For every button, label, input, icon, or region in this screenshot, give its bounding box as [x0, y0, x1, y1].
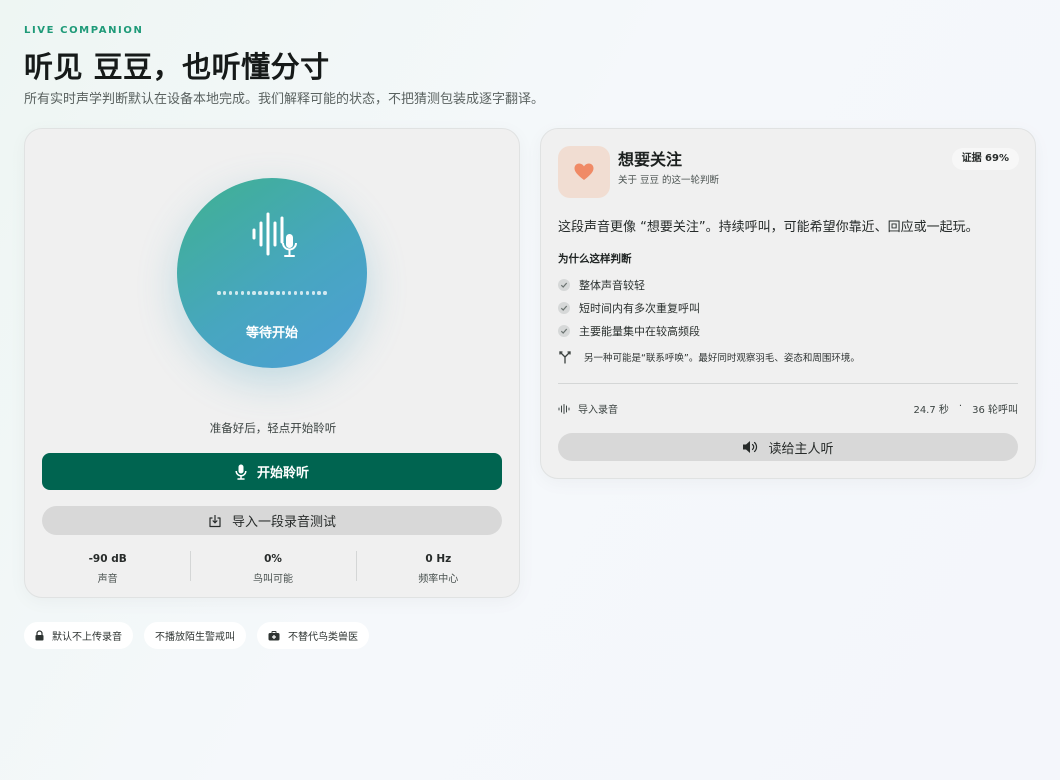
list-item: 短时间内有多次重复呼叫	[558, 296, 700, 319]
heart-icon	[574, 163, 594, 180]
chip-not-vet: 不替代鸟类兽医	[257, 622, 369, 649]
chip-label: 不播放陌生警戒叫	[155, 632, 235, 643]
speaker-icon	[743, 441, 758, 453]
privacy-chips: 默认不上传录音 不播放陌生警戒叫 不替代鸟类兽医	[24, 622, 369, 649]
reason-text: 短时间内有多次重复呼叫	[579, 301, 700, 315]
read-aloud-button[interactable]: 读给主人听	[558, 433, 1018, 461]
start-listening-button[interactable]: 开始聆听	[42, 453, 502, 490]
recording-meta: 导入录音 24.7 秒 · 36 轮呼叫	[558, 401, 1018, 416]
eyebrow: LIVE COMPANION	[24, 25, 144, 36]
page-subtitle: 所有实时声学判断默认在设备本地完成。我们解释可能的状态，不把猜测包装成逐字翻译。	[24, 92, 545, 107]
recording-stats: 24.7 秒 · 36 轮呼叫	[913, 401, 1018, 416]
divider	[558, 383, 1018, 384]
metrics-row: -90 dB 声音 0% 鸟叫可能 0 Hz 频率中心	[25, 551, 521, 585]
result-card: 想要关注 关于 豆豆 的这一轮判断 证据 69% 这段声音更像 “想要关注”。持…	[540, 128, 1036, 479]
list-item: 整体声音较轻	[558, 273, 700, 296]
waveform-dots	[217, 290, 327, 296]
why-title: 为什么这样判断	[558, 253, 632, 265]
recording-source: 导入录音	[558, 401, 618, 416]
check-icon	[558, 301, 570, 314]
metric-label: 鸟叫可能	[252, 574, 293, 585]
metric-frequency: 0 Hz 频率中心	[355, 551, 521, 585]
reason-text: 主要能量集中在较高频段	[579, 324, 700, 338]
heart-tile	[558, 146, 610, 198]
metric-value: -90 dB	[88, 553, 127, 565]
reason-list: 整体声音较轻 短时间内有多次重复呼叫 主要能量集中在较高频段	[558, 273, 700, 342]
sound-wave-icon	[558, 403, 570, 414]
listen-card: 等待开始 准备好后，轻点开始聆听 开始聆听 导入一段录音测试 -90 dB 声音…	[24, 128, 520, 598]
metric-bird-probability: 0% 鸟叫可能	[190, 551, 355, 585]
branch-icon	[559, 351, 571, 364]
call-count: 36 轮呼叫	[972, 405, 1018, 416]
reason-text: 整体声音较轻	[579, 278, 645, 292]
result-title: 想要关注	[618, 150, 683, 169]
evidence-badge: 证据 69%	[951, 148, 1019, 170]
check-icon	[558, 278, 570, 291]
read-aloud-label: 读给主人听	[768, 441, 834, 457]
listen-status: 等待开始	[245, 326, 298, 341]
listen-orb[interactable]: 等待开始	[177, 178, 367, 368]
metric-label: 频率中心	[418, 574, 459, 585]
medical-kit-icon	[268, 630, 280, 640]
result-description: 这段声音更像 “想要关注”。持续呼叫，可能希望你靠近、回应或一起玩。	[558, 220, 979, 235]
import-recording-button[interactable]: 导入一段录音测试	[42, 506, 502, 535]
metric-label: 声音	[97, 574, 118, 585]
import-recording-label: 导入一段录音测试	[231, 515, 336, 530]
separator: ·	[958, 401, 963, 412]
source-label: 导入录音	[578, 405, 618, 416]
start-listening-label: 开始聆听	[256, 466, 309, 481]
chip-label: 默认不上传录音	[52, 632, 122, 643]
metric-volume: -90 dB 声音	[25, 551, 190, 585]
metric-value: 0%	[264, 553, 282, 565]
check-icon	[558, 324, 570, 337]
ready-text: 准备好后，轻点开始聆听	[209, 421, 337, 435]
lock-icon	[35, 630, 44, 641]
chip-no-alarm-calls: 不播放陌生警戒叫	[144, 622, 246, 649]
duration: 24.7 秒	[913, 405, 949, 416]
page-title: 听见 豆豆，也听懂分寸	[24, 50, 330, 84]
chip-no-upload: 默认不上传录音	[24, 622, 133, 649]
import-icon	[209, 514, 221, 527]
result-subtitle: 关于 豆豆 的这一轮判断	[618, 175, 720, 186]
alternative-text: 另一种可能是“联系呼唤”。最好同时观察羽毛、姿态和周围环境。	[584, 353, 860, 364]
metric-value: 0 Hz	[425, 553, 452, 565]
alternative-note: 另一种可能是“联系呼唤”。最好同时观察羽毛、姿态和周围环境。	[558, 350, 860, 364]
sound-wave-mic-icon	[252, 212, 297, 257]
list-item: 主要能量集中在较高频段	[558, 319, 700, 342]
chip-label: 不替代鸟类兽医	[288, 632, 358, 643]
microphone-icon	[235, 464, 247, 480]
